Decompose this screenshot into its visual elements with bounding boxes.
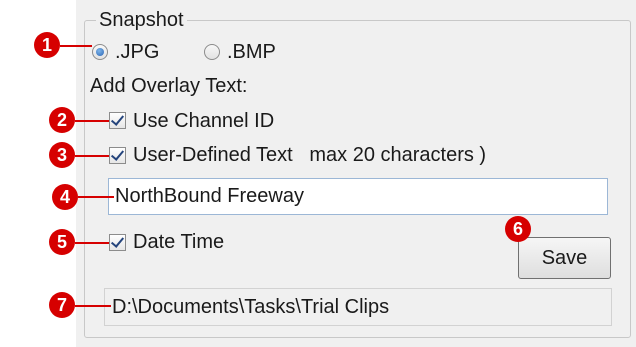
overlay-heading: Add Overlay Text:: [90, 75, 248, 97]
callout-leader-2: [75, 120, 109, 122]
user-defined-text-label[interactable]: User-Defined Text max 20 characters ): [133, 143, 486, 167]
date-time-checkbox[interactable]: [109, 234, 126, 251]
bmp-radio-label[interactable]: .BMP: [227, 40, 276, 64]
callout-leader-3: [75, 155, 109, 157]
callout-marker-4: 4: [52, 184, 78, 210]
snapshot-path-field: D:\Documents\Tasks\Trial Clips: [104, 288, 612, 326]
jpg-radio[interactable]: [92, 44, 108, 60]
callout-marker-7: 7: [49, 292, 75, 318]
snapshot-group-title: Snapshot: [96, 8, 187, 32]
overlay-text-input[interactable]: NorthBound Freeway: [108, 178, 608, 215]
callout-marker-6: 6: [505, 216, 531, 242]
use-channel-id-label[interactable]: Use Channel ID: [133, 109, 274, 133]
date-time-label[interactable]: Date Time: [133, 230, 224, 254]
callout-marker-3: 3: [49, 142, 75, 168]
use-channel-id-checkbox[interactable]: [109, 112, 126, 129]
callout-leader-7: [75, 305, 111, 307]
save-button[interactable]: Save: [518, 237, 611, 279]
jpg-radio-label[interactable]: .JPG: [115, 40, 159, 64]
callout-leader-4: [78, 196, 114, 198]
callout-marker-5: 5: [49, 229, 75, 255]
bmp-radio[interactable]: [204, 44, 220, 60]
callout-marker-1: 1: [34, 32, 60, 58]
callout-marker-2: 2: [49, 107, 75, 133]
user-defined-text-checkbox[interactable]: [109, 147, 126, 164]
callout-leader-5: [75, 242, 109, 244]
callout-leader-1: [60, 45, 92, 47]
